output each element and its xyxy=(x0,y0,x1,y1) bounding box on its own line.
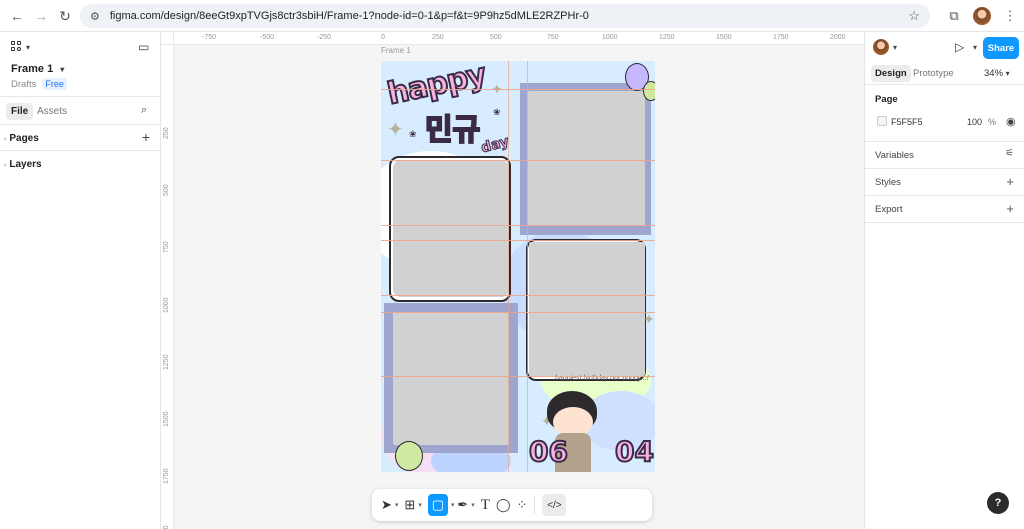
guide-line xyxy=(381,225,655,226)
tab-assets[interactable]: Assets xyxy=(37,106,67,117)
address-bar[interactable]: ⚙ figma.com/design/8eeGt9xpTVGjs8ctr3sbi… xyxy=(80,4,930,28)
guide-line xyxy=(381,240,655,241)
zoom-level[interactable]: 34% ▾ xyxy=(984,68,1010,79)
menu-kebab-icon[interactable]: ⋮ xyxy=(996,2,1024,30)
sliders-icon[interactable]: ⚟ xyxy=(1005,148,1014,159)
forward-arrow-icon[interactable]: → xyxy=(28,3,54,29)
bottom-toolbar: ➤ ▾ ⊞ ▾ ▢ ▾ ✒ ▾ T ◯ ⁘ </> xyxy=(372,489,652,521)
balloon-shape xyxy=(643,81,655,101)
pen-tool-button[interactable]: ✒ ▾ xyxy=(457,494,474,516)
section-layers[interactable]: › Layers xyxy=(4,159,42,170)
page-section-title: Page xyxy=(875,94,898,105)
rectangle-tool-button[interactable]: ▢ xyxy=(427,494,448,516)
drafts-location[interactable]: Drafts Free xyxy=(11,78,67,90)
ruler-left: 250 500 750 1000 1250 1500 1750 2000 xyxy=(161,45,174,529)
frame-label[interactable]: Frame 1 xyxy=(381,46,411,55)
url-text: figma.com/design/8eeGt9xpTVGjs8ctr3sbiH/… xyxy=(109,10,589,22)
tab-prototype[interactable]: Prototype xyxy=(913,68,954,79)
guide-line xyxy=(527,61,528,472)
comment-tool-button[interactable]: ◯ xyxy=(496,494,511,516)
photo-slot-4[interactable] xyxy=(393,312,509,445)
artwork-day-number: 04 xyxy=(614,434,655,469)
add-export-icon[interactable]: + xyxy=(1006,201,1014,216)
extensions-icon[interactable]: ⧉ xyxy=(940,2,968,30)
actions-button[interactable]: ⁘ xyxy=(517,494,528,516)
guide-line xyxy=(508,61,509,472)
right-panel: ▾ ▷ ▾ Share Design Prototype 34% ▾ Page … xyxy=(864,32,1024,529)
guide-line xyxy=(381,295,655,296)
ruler-top: -750 -500 -250 0 250 500 750 1000 1250 1… xyxy=(174,32,864,45)
chevron-down-icon[interactable]: ▾ xyxy=(26,43,30,52)
browser-actions: ⧉ ⋮ xyxy=(940,0,1024,32)
share-button[interactable]: Share xyxy=(983,37,1019,59)
section-pages[interactable]: › Pages xyxy=(4,133,39,144)
sparkle-icon: ✦ xyxy=(643,311,655,327)
panel-toggle-icon[interactable]: ▭ xyxy=(138,40,149,54)
eye-icon[interactable]: ◉ xyxy=(1006,115,1016,128)
present-play-icon[interactable]: ▷ xyxy=(955,40,964,54)
section-styles[interactable]: Styles xyxy=(875,177,901,188)
artwork-month: 06 xyxy=(528,434,569,469)
page-fill-hex[interactable]: F5F5F5 xyxy=(891,117,923,127)
section-variables[interactable]: Variables xyxy=(875,150,914,161)
file-title[interactable]: Frame 1 ▾ xyxy=(11,63,64,75)
frame-tool-button[interactable]: ⊞ ▾ xyxy=(404,494,421,516)
reload-icon[interactable]: ↻ xyxy=(52,3,78,29)
add-page-icon[interactable]: + xyxy=(142,129,150,145)
text-tool-button[interactable]: T xyxy=(481,494,490,516)
tab-design[interactable]: Design xyxy=(871,65,911,82)
site-info-icon[interactable]: ⚙ xyxy=(90,10,100,23)
photo-slot-1[interactable] xyxy=(527,91,645,226)
guide-line xyxy=(381,376,655,377)
chevron-down-icon[interactable]: ▾ xyxy=(973,43,977,52)
section-export[interactable]: Export xyxy=(875,204,902,215)
canvas[interactable]: -750 -500 -250 0 250 500 750 1000 1250 1… xyxy=(161,32,864,529)
plan-badge: Free xyxy=(42,78,67,90)
left-panel: ▾ ▭ Frame 1 ▾ Drafts Free File Assets ⌕ ›… xyxy=(0,32,161,529)
photo-slot-2[interactable] xyxy=(393,160,509,297)
add-style-icon[interactable]: + xyxy=(1006,174,1014,189)
dev-mode-toggle[interactable]: </> xyxy=(542,494,567,516)
guide-line xyxy=(381,89,655,90)
browser-toolbar: ← → ↻ ⚙ figma.com/design/8eeGt9xpTVGjs8c… xyxy=(0,0,1024,32)
search-icon[interactable]: ⌕ xyxy=(141,104,147,117)
avatar[interactable] xyxy=(873,39,889,55)
guide-line xyxy=(381,312,655,313)
move-tool-button[interactable]: ➤ ▾ xyxy=(381,494,398,516)
sparkle-icon: ✦ xyxy=(387,119,404,141)
tab-file[interactable]: File xyxy=(6,103,34,120)
photo-slot-3[interactable] xyxy=(529,242,645,376)
artwork-day-word: day xyxy=(479,133,511,157)
bookmark-star-icon[interactable]: ☆ xyxy=(908,8,920,24)
chevron-down-icon[interactable]: ▾ xyxy=(893,43,897,52)
balloon-shape xyxy=(395,441,423,471)
help-button[interactable]: ? xyxy=(987,492,1009,514)
page-fill-percent: % xyxy=(988,117,997,127)
page-fill-opacity[interactable]: 100 xyxy=(967,117,982,127)
chevron-down-icon[interactable]: ▾ xyxy=(451,501,455,509)
artwork-name: 민규 xyxy=(424,112,481,149)
figma-menu-icon[interactable] xyxy=(11,41,23,53)
profile-avatar[interactable] xyxy=(968,2,996,30)
guide-line xyxy=(381,160,655,161)
paw-icon: ❀ xyxy=(493,107,501,117)
page-fill-swatch[interactable] xyxy=(877,116,887,126)
paw-icon: ❀ xyxy=(409,129,417,139)
back-arrow-icon[interactable]: ← xyxy=(4,3,30,29)
frame-artboard[interactable]: happy 민규 day ✦ ✦ ✦ ✦ ❀ ❀ happiest birthd… xyxy=(381,61,655,472)
